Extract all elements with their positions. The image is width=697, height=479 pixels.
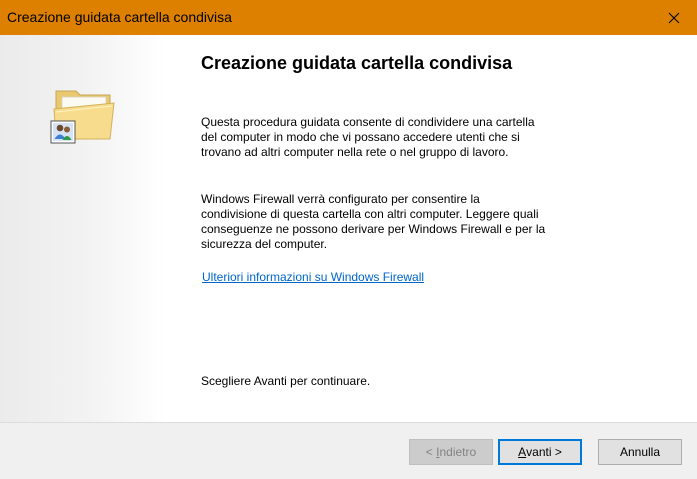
close-icon [668, 12, 680, 23]
back-button-prefix: < [425, 445, 437, 459]
continue-instruction: Scegliere Avanti per continuare. [201, 374, 371, 388]
cancel-button-label: Annulla [619, 445, 661, 459]
wizard-content: Creazione guidata cartella condivisa Que… [0, 35, 697, 422]
close-button[interactable] [651, 0, 697, 35]
intro-paragraph: Questa procedura guidata consente di con… [201, 115, 535, 159]
next-button-accelerator: A [518, 445, 527, 459]
next-button-label: vanti [526, 445, 552, 459]
next-button[interactable]: Avanti > [498, 439, 582, 465]
side-panel [0, 35, 165, 422]
shared-folder-icon [50, 90, 115, 144]
page-heading: Creazione guidata cartella condivisa [201, 53, 513, 73]
firewall-paragraph: Windows Firewall verrà configurato per c… [201, 192, 546, 251]
back-button[interactable]: < Indietro [409, 439, 493, 465]
back-button-label: ndietro [439, 445, 477, 459]
title-bar: Creazione guidata cartella condivisa [0, 0, 697, 35]
footer-divider [0, 422, 697, 423]
next-button-suffix: > [551, 445, 562, 459]
firewall-info-link[interactable]: Ulteriori informazioni su Windows Firewa… [202, 270, 424, 284]
window-title: Creazione guidata cartella condivisa [7, 9, 232, 25]
cancel-button[interactable]: Annulla [598, 439, 682, 465]
